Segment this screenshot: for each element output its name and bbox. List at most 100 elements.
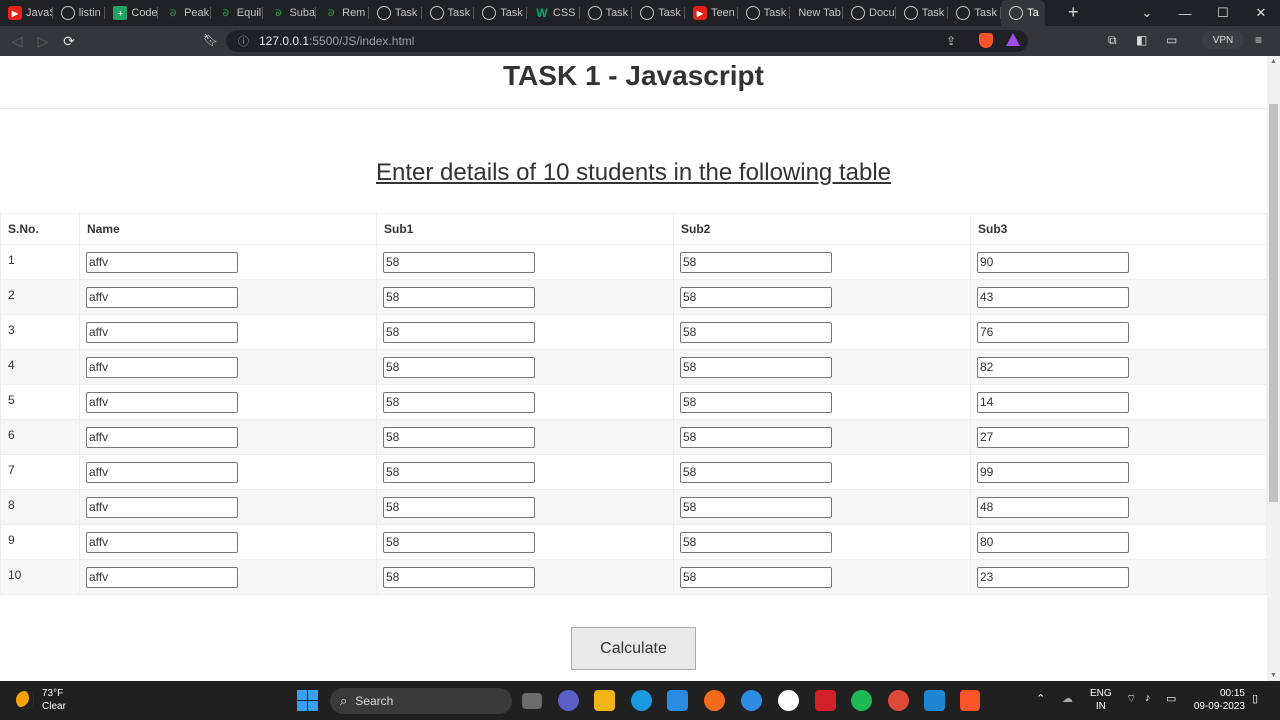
tab-2[interactable]: + Code [105,0,158,26]
close-window-button[interactable]: ✕ [1242,5,1280,21]
start-button[interactable] [297,690,318,711]
sub3-input[interactable] [977,356,1129,378]
onedrive-icon[interactable]: ☁ [1062,692,1073,705]
edge-icon[interactable] [631,690,652,711]
sub1-input[interactable] [383,426,535,448]
tab-7[interactable]: Task [369,0,422,26]
sub3-input[interactable] [977,496,1129,518]
spotify-icon[interactable] [851,690,872,711]
tab-4[interactable]: ᘐ Equil [211,0,264,26]
tab-6[interactable]: ᘐ Rem [316,0,369,26]
sub2-input[interactable] [680,251,832,273]
language-indicator[interactable]: ENG IN [1090,687,1112,713]
bookmark-icon[interactable]: 🔖︎ [203,33,218,47]
sub2-input[interactable] [680,321,832,343]
tab-13[interactable]: ▶ Teen [685,0,738,26]
sub1-input[interactable] [383,251,535,273]
tab-8[interactable]: Task [422,0,475,26]
reload-button[interactable]: ⟳ [56,33,82,50]
menu-icon[interactable]: ≡ [1255,33,1262,47]
chrome-icon[interactable] [888,690,909,711]
clock[interactable]: 00:15 09-09-2023 [1192,687,1245,713]
sub1-input[interactable] [383,566,535,588]
vscode-icon[interactable] [924,690,945,711]
vpn-button[interactable]: VPN [1202,31,1244,49]
tab-17[interactable]: Task [896,0,949,26]
sub3-input[interactable] [977,426,1129,448]
scroll-up-icon[interactable]: ▲ [1270,58,1277,65]
tab-1[interactable]: listin [53,0,106,26]
show-hidden-icons-icon[interactable]: ⌃ [1036,692,1045,705]
sub2-input[interactable] [680,461,832,483]
sub3-input[interactable] [977,531,1129,553]
mcafee-icon[interactable] [815,690,836,711]
tab-14[interactable]: Task [738,0,791,26]
forward-button[interactable]: ▷ [30,33,56,50]
file-explorer-icon[interactable] [594,690,615,711]
minimize-button[interactable]: — [1166,6,1204,21]
brave-shields-icon[interactable] [979,33,993,48]
help-icon[interactable] [741,690,762,711]
name-input[interactable] [86,286,238,308]
sub2-input[interactable] [680,356,832,378]
sub2-input[interactable] [680,566,832,588]
sub1-input[interactable] [383,531,535,553]
name-input[interactable] [86,461,238,483]
sub2-input[interactable] [680,531,832,553]
tab-19[interactable]: Ta✕ [1001,0,1046,26]
sub2-input[interactable] [680,391,832,413]
sub2-input[interactable] [680,426,832,448]
sub2-input[interactable] [680,496,832,518]
calculate-button[interactable]: Calculate [571,627,696,670]
name-input[interactable] [86,321,238,343]
sub1-input[interactable] [383,286,535,308]
name-input[interactable] [86,391,238,413]
chat-icon[interactable] [558,690,579,711]
notification-icon[interactable]: ▯ [1252,692,1258,705]
sub1-input[interactable] [383,391,535,413]
tab-search-icon[interactable]: ⌄ [1128,5,1166,21]
address-bar[interactable]: ⓘ 127.0.0.1:5500/JS/index.html [226,30,1028,52]
extensions-icon[interactable]: ⧉ [1108,33,1117,48]
name-input[interactable] [86,531,238,553]
sub1-input[interactable] [383,461,535,483]
tab-3[interactable]: ᘐ Peak [158,0,211,26]
scroll-down-icon[interactable]: ▼ [1270,672,1277,679]
task-view-icon[interactable] [522,693,542,709]
brave-taskbar-icon[interactable] [960,690,980,711]
sub3-input[interactable] [977,286,1129,308]
tab-18[interactable]: Task [948,0,1001,26]
back-button[interactable]: ◁ [4,33,30,50]
taskbar-search[interactable]: ⌕ Search [330,688,512,714]
sub3-input[interactable] [977,251,1129,273]
brave-rewards-icon[interactable] [1006,33,1020,46]
maximize-button[interactable]: ☐ [1204,5,1242,21]
wifi-icon[interactable]: ⌔ [1126,692,1136,706]
sub3-input[interactable] [977,566,1129,588]
name-input[interactable] [86,426,238,448]
tab-12[interactable]: Task [632,0,685,26]
name-input[interactable] [86,566,238,588]
battery-icon[interactable]: ▭ [1166,692,1176,705]
sub1-input[interactable] [383,321,535,343]
tab-10[interactable]: W CSS I [527,0,579,26]
scrollbar-thumb[interactable] [1269,104,1278,502]
sub1-input[interactable] [383,356,535,378]
sidebar-icon[interactable]: ◧ [1136,33,1147,47]
share-icon[interactable]: ⇪ [946,34,956,48]
weather-widget[interactable]: 73°F Clear [16,687,66,713]
tab-15[interactable]: New Tab [790,0,843,26]
tab-0[interactable]: ▶ JavaS [0,0,53,26]
store-icon[interactable] [667,690,688,711]
sub2-input[interactable] [680,286,832,308]
tab-9[interactable]: Task [474,0,527,26]
sub3-input[interactable] [977,461,1129,483]
sub3-input[interactable] [977,321,1129,343]
tab-11[interactable]: Task [580,0,633,26]
name-input[interactable] [86,356,238,378]
volume-icon[interactable]: ♪ [1145,692,1151,704]
name-input[interactable] [86,496,238,518]
page-scrollbar[interactable]: ▲ ▼ [1267,56,1280,681]
name-input[interactable] [86,251,238,273]
site-info-icon[interactable]: ⓘ [238,33,249,49]
